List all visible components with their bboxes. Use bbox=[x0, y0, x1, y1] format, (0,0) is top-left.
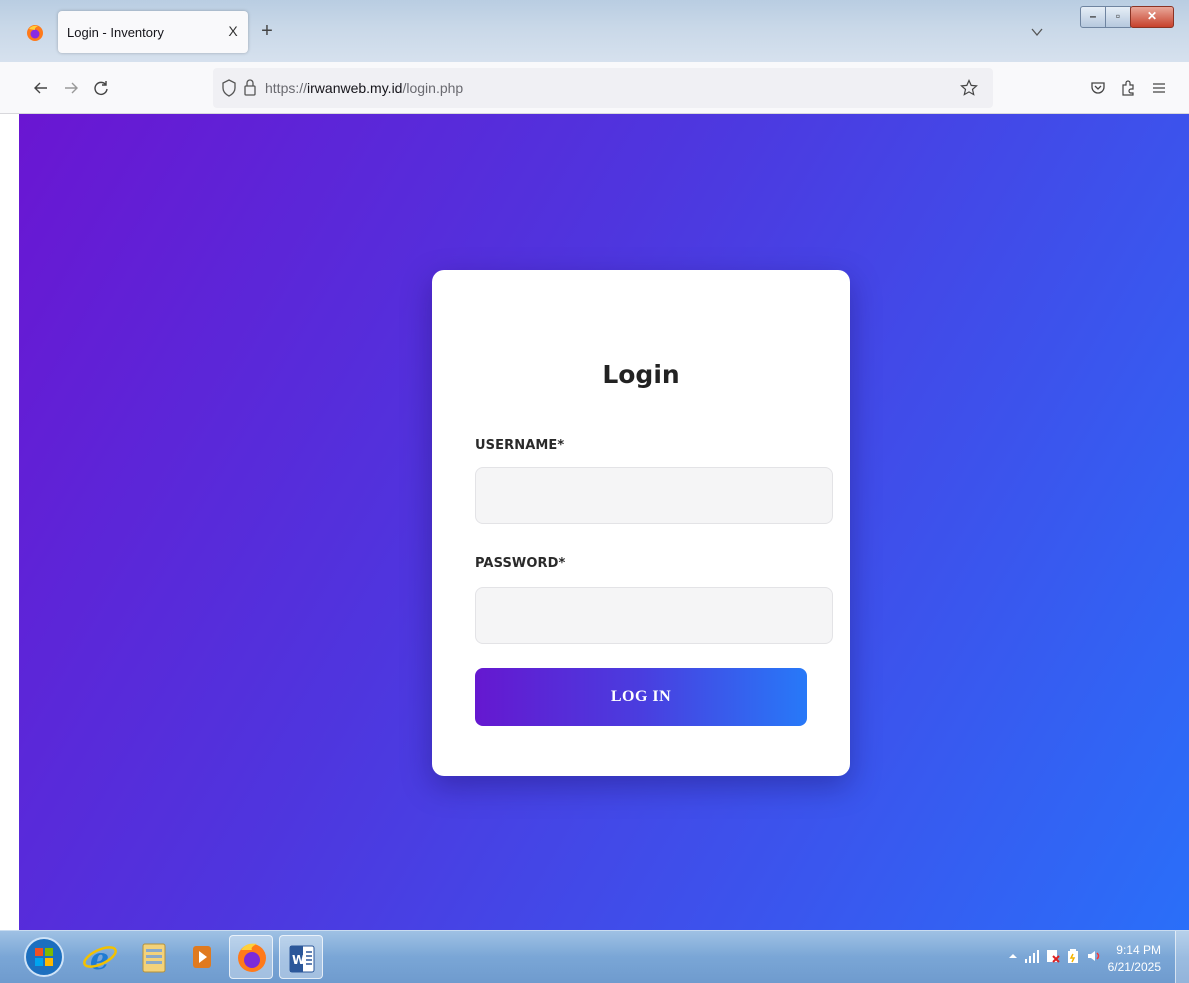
media-player-icon[interactable] bbox=[180, 935, 224, 979]
pocket-icon[interactable] bbox=[1089, 79, 1107, 97]
start-orb-icon[interactable] bbox=[23, 936, 65, 978]
browser-tab-bar: Login - Inventory X + – ▫ ✕ bbox=[0, 0, 1189, 62]
firefox-icon bbox=[27, 25, 43, 41]
login-button[interactable]: LOG IN bbox=[475, 668, 807, 726]
signal-icon[interactable] bbox=[1024, 948, 1040, 964]
window-controls: – ▫ ✕ bbox=[1080, 6, 1174, 30]
login-card: Login USERNAME* PASSWORD* LOG IN bbox=[432, 270, 850, 776]
reload-icon[interactable] bbox=[92, 79, 110, 97]
browser-nav-bar: https://irwanweb.my.id/login.php bbox=[0, 62, 1189, 114]
show-desktop-button[interactable] bbox=[1175, 931, 1189, 983]
minimize-button[interactable]: – bbox=[1080, 6, 1106, 28]
volume-icon[interactable] bbox=[1086, 948, 1102, 964]
forward-icon[interactable] bbox=[62, 79, 80, 97]
file-explorer-icon[interactable] bbox=[132, 935, 176, 979]
tab-list-icon[interactable] bbox=[1030, 25, 1044, 39]
shield-icon[interactable] bbox=[221, 79, 237, 97]
password-input[interactable] bbox=[475, 587, 833, 644]
login-title: Login bbox=[602, 360, 680, 389]
maximize-button[interactable]: ▫ bbox=[1105, 6, 1131, 28]
word-icon[interactable]: W bbox=[279, 935, 323, 979]
username-label: USERNAME* bbox=[475, 438, 565, 453]
new-tab-button[interactable]: + bbox=[257, 21, 277, 41]
svg-text:W: W bbox=[292, 953, 305, 967]
password-label: PASSWORD* bbox=[475, 556, 566, 571]
windows-taskbar: e W 9:14 PM 6/21/2025 bbox=[0, 930, 1189, 983]
clock-date[interactable]: 6/21/2025 bbox=[1108, 960, 1161, 974]
tab-title: Login - Inventory bbox=[67, 25, 164, 40]
extensions-icon[interactable] bbox=[1119, 79, 1137, 97]
system-tray: 9:14 PM 6/21/2025 bbox=[1005, 931, 1189, 983]
firefox-taskbar-icon[interactable] bbox=[229, 935, 273, 979]
address-bar[interactable]: https://irwanweb.my.id/login.php bbox=[213, 68, 993, 108]
browser-tab[interactable]: Login - Inventory X bbox=[58, 11, 248, 53]
tab-close-button[interactable]: X bbox=[224, 22, 242, 40]
back-icon[interactable] bbox=[32, 79, 50, 97]
star-icon[interactable] bbox=[960, 79, 978, 97]
clock-time[interactable]: 9:14 PM bbox=[1116, 943, 1161, 957]
page-background: Login USERNAME* PASSWORD* LOG IN bbox=[19, 114, 1189, 930]
username-input[interactable] bbox=[475, 467, 833, 524]
show-hidden-icons-icon[interactable] bbox=[1008, 951, 1018, 961]
action-center-icon[interactable] bbox=[1045, 948, 1061, 964]
url-text[interactable]: https://irwanweb.my.id/login.php bbox=[265, 80, 463, 96]
lock-icon[interactable] bbox=[243, 78, 257, 96]
window-left-edge bbox=[0, 114, 19, 930]
internet-explorer-icon[interactable]: e bbox=[78, 935, 122, 979]
url-host: irwanweb.my.id bbox=[307, 80, 403, 96]
power-icon[interactable] bbox=[1065, 948, 1081, 964]
close-window-button[interactable]: ✕ bbox=[1130, 6, 1174, 28]
url-path: /login.php bbox=[402, 80, 464, 96]
menu-icon[interactable] bbox=[1150, 79, 1168, 97]
url-scheme: https:// bbox=[265, 80, 308, 96]
